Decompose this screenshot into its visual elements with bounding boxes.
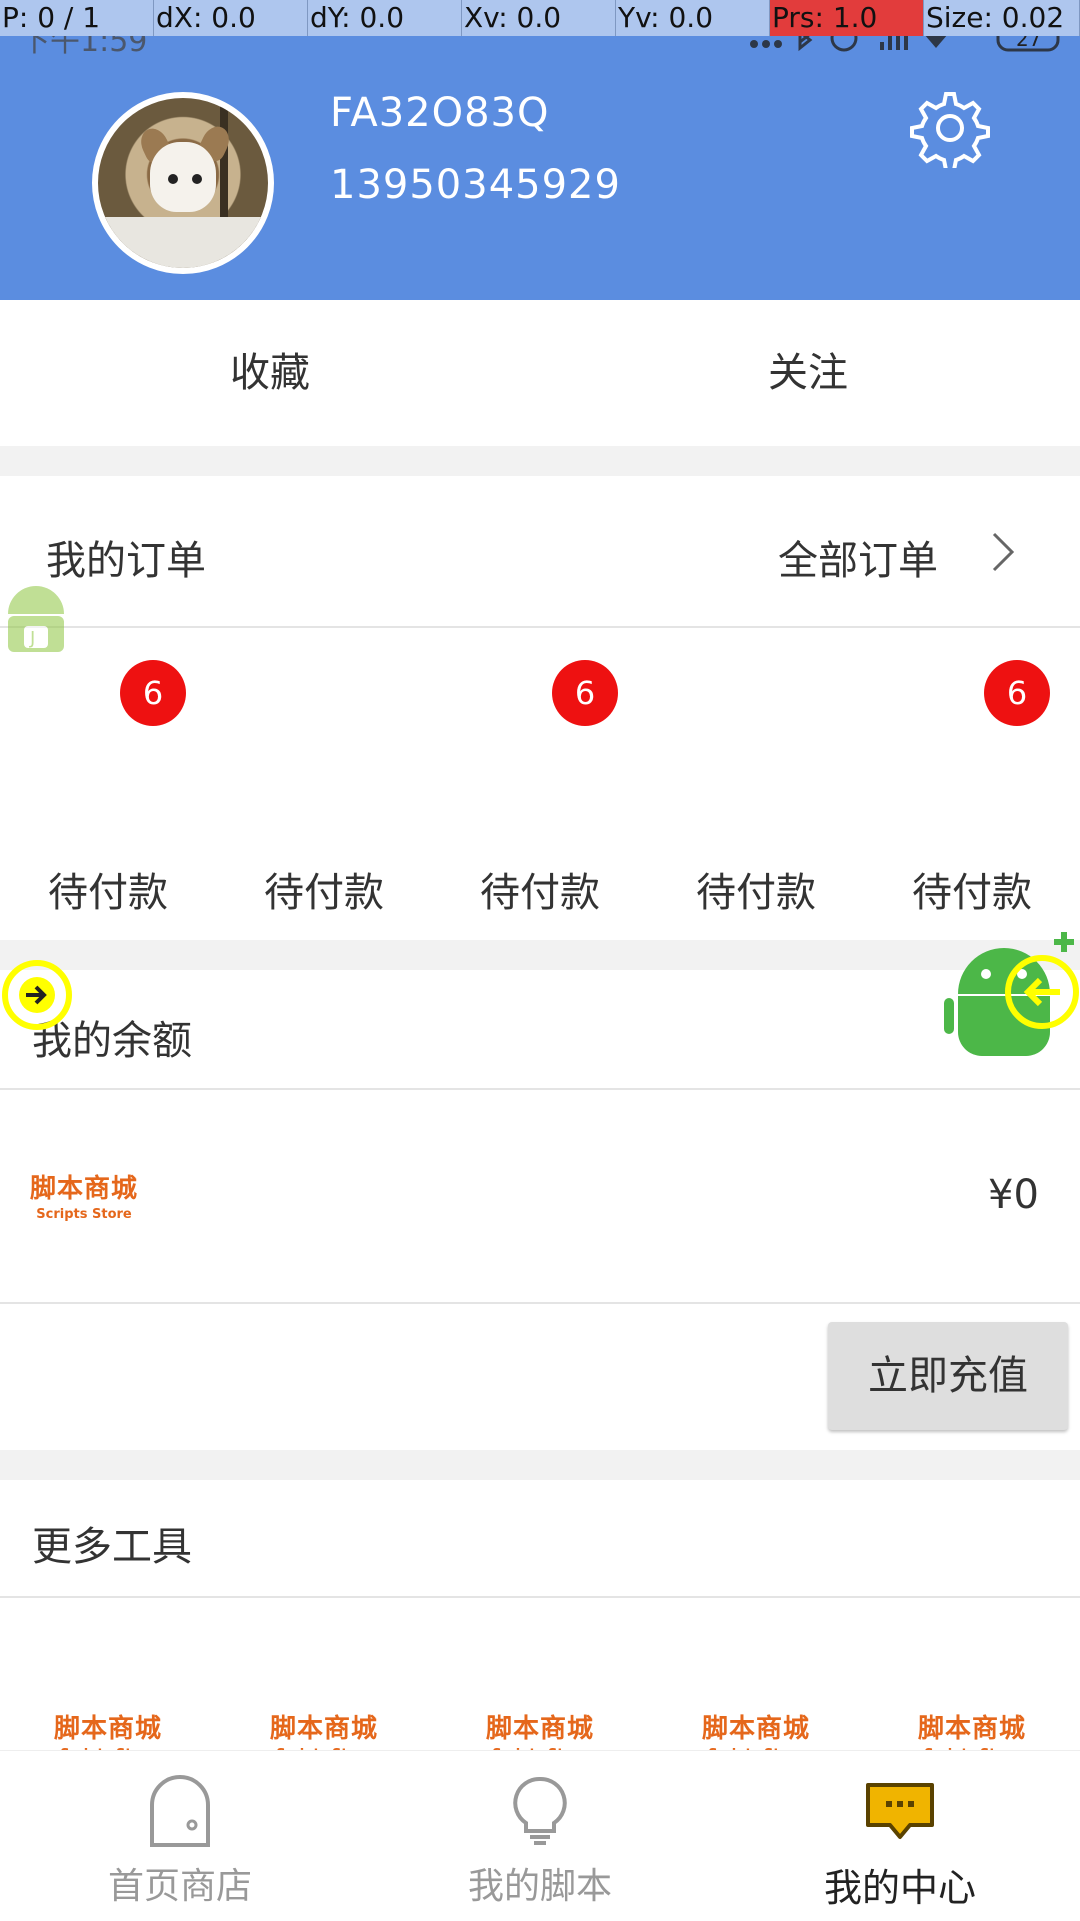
order-status-pending-payment[interactable]: 待付款 [0,860,216,918]
arrow-right-circle-icon[interactable] [0,958,74,1032]
tool-item[interactable]: 脚本商城Scripts Store [18,1708,198,1750]
order-badge: 6 [552,660,618,726]
android-floating-icon[interactable]: J [0,574,72,664]
tool-item[interactable]: 脚本商城Scripts Store [450,1708,630,1750]
section-gap [0,1450,1080,1480]
divider [0,626,1080,628]
lightbulb-icon [513,1776,567,1845]
order-badge: 6 [984,660,1050,726]
nav-my-center[interactable]: 我的中心 [720,1751,1080,1921]
all-orders-link[interactable]: 全部订单 [778,528,938,586]
order-status-pending-payment[interactable]: 待付款 [648,860,864,918]
nav-my-scripts[interactable]: 我的脚本 [360,1751,720,1921]
nav-label: 我的中心 [823,1866,976,1910]
nav-label: 首页商店 [107,1866,252,1907]
section-gap [0,446,1080,476]
tab-following[interactable]: 关注 [768,340,848,398]
nav-label: 我的脚本 [467,1866,612,1907]
recharge-button[interactable]: 立即充值 [828,1322,1068,1430]
debug-yv: Yv: 0.0 [616,0,770,36]
username: FA32O83Q [330,90,550,136]
nav-home-store[interactable]: 首页商店 [0,1751,360,1921]
tool-item[interactable]: 脚本商城Scripts Store [234,1708,414,1750]
tool-item[interactable]: 脚本商城Scripts Store [666,1708,846,1750]
tab-favorites[interactable]: 收藏 [230,340,310,398]
order-status-pending-payment[interactable]: 待付款 [864,860,1080,918]
pointer-debug-bar: P: 0 / 1 dX: 0.0 dY: 0.0 Xv: 0.0 Yv: 0.0… [0,0,1080,36]
order-status-pending-payment[interactable]: 待付款 [432,860,648,918]
debug-dx: dX: 0.0 [154,0,308,36]
scripts-store-logo: 脚本商城 Scripts Store [30,1174,139,1222]
balance-value: ¥0 [988,1172,1039,1218]
tool-item[interactable]: 脚本商城Scripts Store [882,1708,1062,1750]
avatar[interactable] [92,92,274,274]
settings-gear-icon[interactable] [910,88,990,168]
debug-xv: Xv: 0.0 [462,0,616,36]
chevron-right-icon[interactable] [990,530,1018,574]
divider [0,1088,1080,1090]
divider [0,1302,1080,1304]
debug-pointer: P: 0 / 1 [0,0,154,36]
debug-size: Size: 0.02 [924,0,1080,36]
order-badge: 6 [120,660,186,726]
bottom-nav: 首页商店 我的脚本 我的中心 [0,1750,1080,1921]
debug-dy: dY: 0.0 [308,0,462,36]
section-gap [0,940,1080,970]
home-store-icon [150,1775,210,1847]
tools-title: 更多工具 [32,1524,192,1570]
divider [0,1596,1080,1598]
android-floating-icon[interactable] [944,928,1080,1064]
svg-text:J: J [29,628,35,649]
chat-center-icon [866,1783,934,1839]
debug-pressure: Prs: 1.0 [770,0,924,36]
order-status-pending-payment[interactable]: 待付款 [216,860,432,918]
phone-number: 13950345929 [330,162,621,208]
